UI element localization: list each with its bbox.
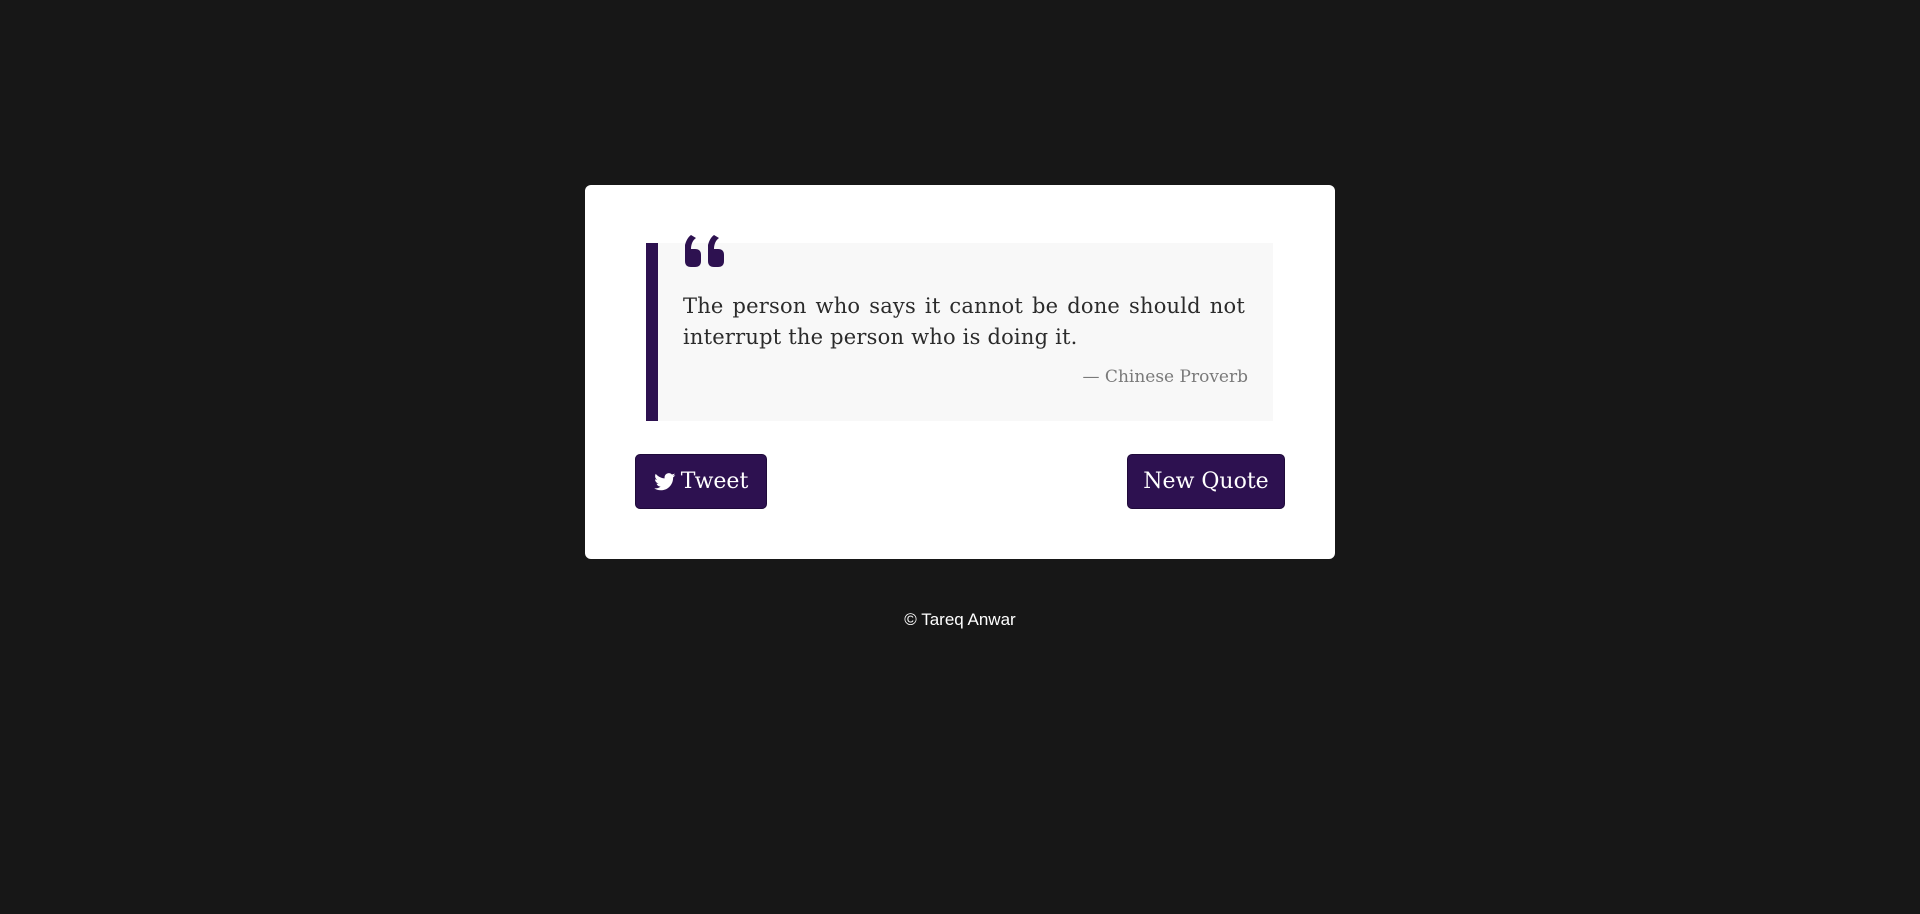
quote-text: The person who says it cannot be done sh… [683,294,1245,349]
quote-left-icon [683,233,725,271]
footer-credit: © Tareq Anwar [904,610,1016,629]
tweet-button-label: Tweet [680,469,749,494]
tweet-button[interactable]: Tweet [635,454,767,509]
quote-box: The person who says it cannot be done sh… [646,235,1273,421]
quote-card: The person who says it cannot be done sh… [585,185,1335,559]
quote-author: — Chinese Proverb [1082,367,1248,387]
new-quote-button-label: New Quote [1143,469,1269,494]
twitter-icon [653,472,676,491]
new-quote-button[interactable]: New Quote [1127,454,1285,509]
